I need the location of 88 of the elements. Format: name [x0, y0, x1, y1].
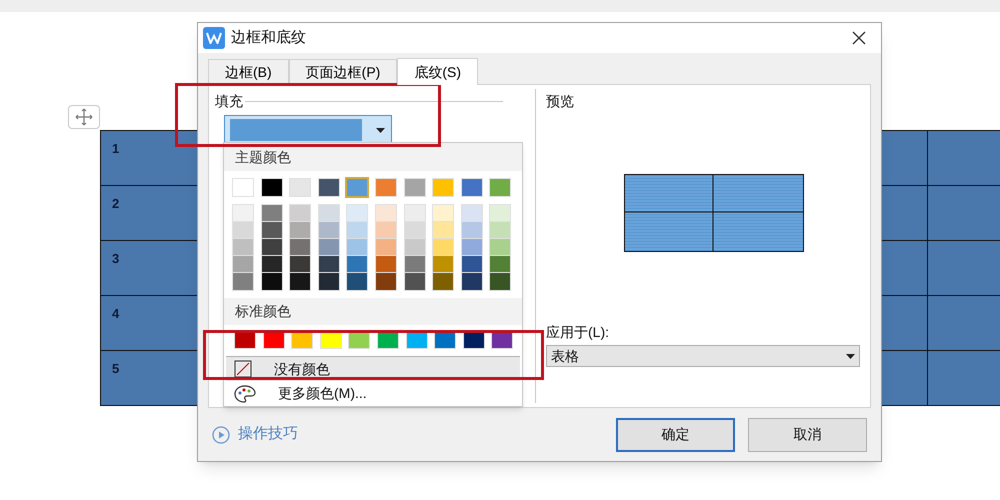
color-swatch[interactable]	[347, 273, 368, 290]
color-swatch[interactable]	[404, 256, 425, 274]
color-swatch[interactable]	[347, 179, 368, 196]
color-swatch[interactable]	[462, 222, 482, 240]
color-swatch[interactable]	[433, 273, 454, 290]
dialog-button[interactable]: 确定	[616, 418, 735, 452]
color-swatch[interactable]	[290, 205, 310, 222]
section-header: 标准颜色	[235, 302, 291, 322]
menu-item[interactable]: 更多颜色(M)...	[226, 381, 520, 406]
dialog-button[interactable]: 取消	[748, 418, 867, 452]
color-swatch[interactable]	[462, 205, 482, 222]
color-swatch[interactable]	[404, 273, 425, 290]
color-swatch[interactable]	[233, 273, 253, 290]
color-swatch[interactable]	[347, 256, 368, 274]
color-swatch[interactable]	[462, 179, 482, 196]
color-swatch[interactable]	[404, 222, 425, 240]
color-swatch[interactable]	[290, 239, 310, 256]
row-number: 1	[112, 141, 120, 156]
color-swatch[interactable]	[462, 239, 482, 256]
color-swatch[interactable]	[490, 222, 510, 240]
color-swatch[interactable]	[262, 273, 282, 290]
color-swatch[interactable]	[233, 205, 253, 222]
color-swatch[interactable]	[490, 239, 510, 256]
color-swatch[interactable]	[262, 239, 282, 256]
color-swatch[interactable]	[262, 179, 282, 196]
color-swatch[interactable]	[318, 239, 339, 256]
color-swatch[interactable]	[433, 222, 454, 240]
color-swatch[interactable]	[262, 256, 282, 274]
color-swatch[interactable]	[318, 205, 339, 222]
palette-icon	[234, 384, 256, 403]
tab[interactable]: 边框(B)	[208, 59, 289, 84]
color-swatch[interactable]	[490, 179, 510, 196]
caret-icon	[846, 354, 855, 358]
play-icon	[212, 426, 230, 444]
color-swatch[interactable]	[376, 273, 396, 290]
color-swatch[interactable]	[433, 205, 454, 222]
color-swatch[interactable]	[462, 273, 482, 290]
color-swatch[interactable]	[433, 239, 454, 256]
color-swatch[interactable]	[347, 222, 368, 240]
color-swatch[interactable]	[318, 179, 339, 196]
color-swatch[interactable]	[376, 205, 396, 222]
color-swatch[interactable]	[404, 205, 425, 222]
color-swatch[interactable]	[262, 222, 282, 240]
color-swatch[interactable]	[318, 222, 339, 240]
move-icon	[75, 108, 93, 126]
color-swatch[interactable]	[290, 273, 310, 290]
color-swatch[interactable]	[376, 179, 396, 196]
no-color-icon	[234, 360, 252, 378]
color-swatch[interactable]	[376, 222, 396, 240]
window-title: 边框和底纹	[231, 28, 306, 48]
tab[interactable]: 底纹(S)	[397, 58, 478, 85]
fill-dropdown[interactable]	[224, 115, 392, 145]
section-label: 填充	[215, 92, 243, 111]
color-swatch[interactable]	[404, 239, 425, 256]
field-label: 应用于(L):	[546, 323, 610, 342]
color-swatch[interactable]	[376, 256, 396, 274]
row-number: 3	[112, 251, 120, 266]
caret-icon	[376, 128, 385, 132]
app-icon	[203, 27, 225, 49]
tab[interactable]: 页面边框(P)	[288, 59, 398, 84]
close-icon[interactable]	[851, 30, 867, 46]
color-swatch[interactable]	[490, 256, 510, 274]
color-swatch[interactable]	[262, 205, 282, 222]
color-swatch[interactable]	[433, 256, 454, 274]
section-header: 主题颜色	[235, 148, 291, 167]
color-swatch[interactable]	[290, 222, 310, 240]
color-swatch[interactable]	[318, 256, 339, 274]
color-swatch[interactable]	[233, 222, 253, 240]
row-number: 5	[112, 361, 120, 376]
color-swatch[interactable]	[376, 239, 396, 256]
color-swatch[interactable]	[490, 205, 510, 222]
apply-to-select[interactable]: 表格	[546, 345, 860, 367]
color-swatch[interactable]	[233, 256, 253, 274]
color-swatch[interactable]	[347, 239, 368, 256]
color-swatch[interactable]	[433, 179, 454, 196]
tips-link[interactable]: 操作技巧	[212, 423, 298, 446]
row-number: 2	[112, 196, 120, 211]
color-swatch[interactable]	[404, 179, 425, 196]
color-swatch[interactable]	[490, 273, 510, 290]
color-swatch[interactable]	[462, 256, 482, 274]
row-number: 4	[112, 306, 120, 321]
color-swatch[interactable]	[290, 256, 310, 274]
color-swatch[interactable]	[290, 179, 310, 196]
move-handle[interactable]	[68, 105, 100, 129]
color-swatch[interactable]	[233, 239, 253, 256]
color-swatch[interactable]	[347, 205, 368, 222]
color-swatch[interactable]	[318, 273, 339, 290]
section-label: 预览	[546, 92, 575, 111]
